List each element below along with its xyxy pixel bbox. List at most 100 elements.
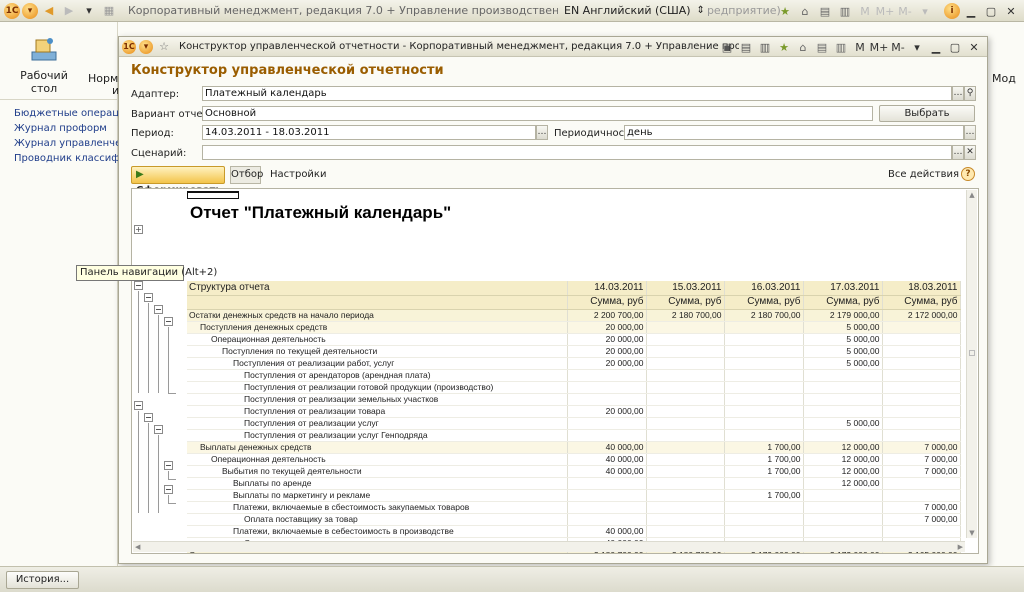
value-cell[interactable] <box>646 453 725 466</box>
nav-item-management-journal[interactable]: Журнал управленче... <box>14 136 132 151</box>
collapse-icon[interactable] <box>134 281 143 290</box>
row-label[interactable]: Остатки денежных средств на начало перио… <box>187 308 568 322</box>
value-cell[interactable] <box>567 369 647 382</box>
collapse-icon[interactable] <box>144 413 153 422</box>
row-label[interactable]: Поступления от реализации земельных учас… <box>187 393 568 406</box>
value-cell[interactable] <box>803 393 883 406</box>
value-cell[interactable] <box>882 357 961 370</box>
home-icon[interactable]: ⌂ <box>796 2 814 20</box>
dialog-logo-icon[interactable]: 1С <box>122 39 136 54</box>
value-cell[interactable] <box>567 429 647 442</box>
variant-field[interactable]: Основной <box>202 106 873 121</box>
collapse-icon[interactable] <box>154 305 163 314</box>
value-cell[interactable] <box>803 525 883 538</box>
value-cell[interactable]: 20 000,00 <box>567 345 647 358</box>
value-cell[interactable] <box>882 345 961 358</box>
scroll-right-icon[interactable]: ▶ <box>958 542 963 553</box>
value-cell[interactable]: 40 000,00 <box>567 465 647 478</box>
value-cell[interactable] <box>882 525 961 538</box>
language-indicator[interactable]: EN Английский (США) <box>564 4 691 17</box>
collapse-icon[interactable] <box>164 485 173 494</box>
value-cell[interactable] <box>724 501 804 514</box>
forward-icon[interactable]: ▶ <box>60 2 78 20</box>
memory-m-button[interactable]: M <box>856 2 874 20</box>
period-field[interactable]: 14.03.2011 - 18.03.2011 <box>202 125 536 140</box>
row-label[interactable]: Выплаты по маркетингу и рекламе <box>187 489 568 502</box>
scroll-down-icon[interactable]: ▼ <box>967 528 977 538</box>
adapter-search-icon[interactable]: ⚲ <box>964 86 976 101</box>
value-cell[interactable] <box>646 381 725 394</box>
dialog-favorites-icon[interactable]: ★ <box>775 38 793 56</box>
minimize-icon[interactable]: ▁ <box>962 2 980 20</box>
dialog-dropdown-icon[interactable]: ▾ <box>908 38 926 56</box>
value-cell[interactable] <box>724 525 804 538</box>
calendar-icon[interactable]: ▥ <box>836 2 854 20</box>
value-cell[interactable] <box>567 393 647 406</box>
value-cell[interactable] <box>646 441 725 454</box>
value-cell[interactable] <box>646 417 725 430</box>
report-spreadsheet[interactable]: Отчет "Платежный календарь" + Структура … <box>131 188 979 554</box>
history-dropdown-icon[interactable]: ▾ <box>80 2 98 20</box>
value-cell[interactable]: 2 179 000,00 <box>803 308 883 322</box>
value-cell[interactable]: 1 700,00 <box>724 465 804 478</box>
memory-mplus-button[interactable]: M+ <box>876 2 895 20</box>
value-cell[interactable] <box>882 321 961 334</box>
value-cell[interactable]: 1 700,00 <box>724 489 804 502</box>
horizontal-scrollbar[interactable]: ◀ ▶ <box>133 541 965 552</box>
collapse-icon[interactable] <box>164 317 173 326</box>
value-cell[interactable] <box>646 525 725 538</box>
value-cell[interactable] <box>567 501 647 514</box>
mod-section-label[interactable]: Мод <box>992 72 1016 85</box>
value-cell[interactable] <box>724 513 804 526</box>
value-cell[interactable] <box>646 321 725 334</box>
value-cell[interactable] <box>803 381 883 394</box>
dialog-calendar-icon[interactable]: ▥ <box>832 38 850 56</box>
value-cell[interactable]: 12 000,00 <box>803 477 883 490</box>
value-cell[interactable]: 40 000,00 <box>567 453 647 466</box>
value-cell[interactable]: 12 000,00 <box>803 441 883 454</box>
value-cell[interactable] <box>646 333 725 346</box>
nav-item-budget-operations[interactable]: Бюджетные операции <box>14 106 132 121</box>
value-cell[interactable] <box>724 477 804 490</box>
value-cell[interactable] <box>803 489 883 502</box>
nav-item-classifier-explorer[interactable]: Проводник классиф... <box>14 151 132 166</box>
value-cell[interactable] <box>646 477 725 490</box>
info-icon[interactable]: i <box>944 3 960 19</box>
scroll-up-icon[interactable]: ▲ <box>967 190 977 200</box>
period-select-button[interactable]: … <box>536 125 548 140</box>
value-cell[interactable] <box>882 417 961 430</box>
app-logo-icon[interactable]: 1С <box>4 2 20 19</box>
collapse-icon[interactable] <box>164 461 173 470</box>
value-cell[interactable] <box>724 405 804 418</box>
dialog-m-button[interactable]: M <box>851 38 869 56</box>
dialog-close-icon[interactable]: ✕ <box>965 38 983 56</box>
value-cell[interactable] <box>567 381 647 394</box>
group-expand-icon[interactable]: + <box>134 225 143 234</box>
dialog-star-icon[interactable]: ☆ <box>155 38 173 56</box>
value-cell[interactable] <box>646 489 725 502</box>
vertical-scrollbar[interactable]: ▲ ▼ <box>966 190 977 538</box>
value-cell[interactable] <box>646 357 725 370</box>
value-cell[interactable] <box>724 381 804 394</box>
history-button[interactable]: История... <box>6 571 79 589</box>
value-cell[interactable]: 1 700,00 <box>724 453 804 466</box>
value-cell[interactable] <box>724 333 804 346</box>
value-cell[interactable] <box>882 477 961 490</box>
dialog-home-icon[interactable]: ⌂ <box>794 38 812 56</box>
value-cell[interactable] <box>567 417 647 430</box>
dialog-mminus-button[interactable]: M- <box>889 38 907 56</box>
value-cell[interactable] <box>724 345 804 358</box>
calculator-icon[interactable]: ▤ <box>816 2 834 20</box>
memory-mminus-button[interactable]: M- <box>896 2 914 20</box>
value-cell[interactable]: 7 000,00 <box>882 441 961 454</box>
value-cell[interactable]: 5 000,00 <box>803 321 883 334</box>
dialog-print-icon[interactable]: ▤ <box>737 38 755 56</box>
app-menu-icon[interactable]: ▾ <box>22 2 38 19</box>
value-cell[interactable] <box>724 369 804 382</box>
value-cell[interactable] <box>882 489 961 502</box>
value-cell[interactable] <box>882 333 961 346</box>
value-cell[interactable]: 2 200 700,00 <box>567 308 647 322</box>
value-cell[interactable] <box>646 405 725 418</box>
collapse-icon[interactable] <box>154 425 163 434</box>
dialog-save-icon[interactable]: ▣ <box>718 38 736 56</box>
